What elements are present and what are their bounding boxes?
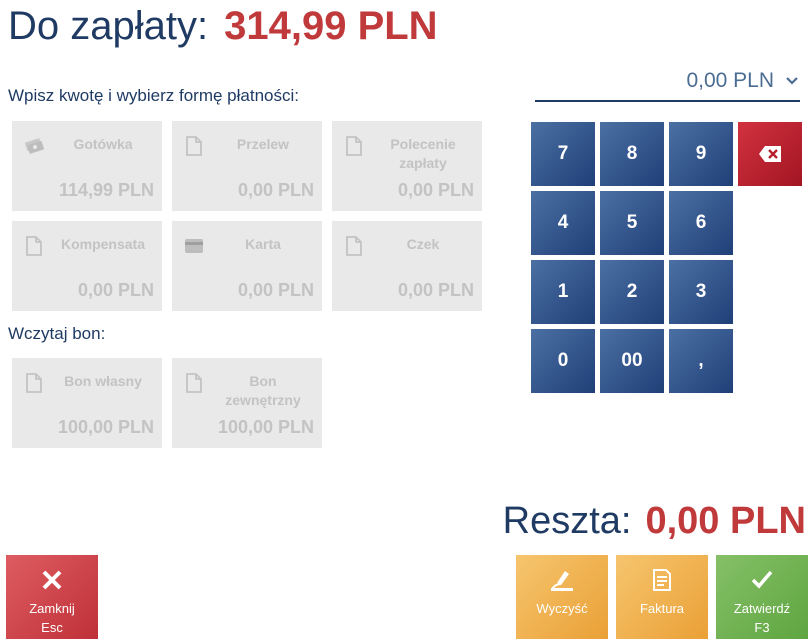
keypad-key-1[interactable]: 1 [531,260,595,324]
amount-input[interactable]: 0,00 PLN [535,62,800,102]
amount-input-value: 0,00 PLN [686,69,774,92]
keypad-key-00[interactable]: 00 [600,329,664,393]
invoice-button[interactable]: Faktura [616,555,708,639]
payment-tile-value: 0,00 PLN [77,280,154,300]
payment-tile-value: 0,00 PLN [397,280,474,300]
payment-tile-name: Kompensata [60,236,146,252]
keypad-key-6[interactable]: 6 [669,191,733,255]
document-icon [346,236,362,256]
payment-tile-value: 0,00 PLN [237,180,314,200]
keypad-key-0[interactable]: 0 [531,329,595,393]
close-button[interactable]: Zamknij Esc [6,555,98,639]
payment-tile-name: Karta [245,236,281,252]
close-button-label: Zamknij Esc [29,601,75,635]
confirm-button-label: Zatwierdź F3 [733,601,791,635]
voucher-tile-own[interactable]: Bon własny 100,00 PLN [12,358,162,448]
eraser-icon [551,571,573,591]
document-icon [346,136,362,156]
voucher-section-label: Wczytaj bon: [8,324,106,343]
clear-button-label: Wyczyść [536,601,588,616]
voucher-tile-external[interactable]: Bon zewnętrzny 100,00 PLN [172,358,322,448]
cash-icon [24,138,44,154]
keypad-key-8[interactable]: 8 [600,122,664,186]
voucher-tile-value: 100,00 PLN [57,417,154,437]
confirm-button[interactable]: Zatwierdź F3 [716,555,808,639]
payment-tile-name: Gotówka [73,136,133,152]
card-icon [185,239,203,253]
voucher-tile-name: Bon własny [64,373,142,389]
keypad-key-comma[interactable]: , [669,329,733,393]
amount-due-header: Do zapłaty: 314,99 PLN [8,4,438,54]
payment-tile-card[interactable]: Karta 0,00 PLN [172,221,322,311]
voucher-tile-name: Bon zewnętrzny [225,373,301,408]
invoice-icon [653,569,671,591]
change-display: Reszta: 0,00 PLN [503,500,806,550]
close-icon [42,570,62,590]
change-value: 0,00 PLN [645,500,806,542]
backspace-icon [759,146,781,162]
keypad-key-5[interactable]: 5 [600,191,664,255]
document-icon [186,136,202,156]
payment-tile-name: Przelew [236,136,290,152]
amount-due-value: 314,99 PLN [224,4,438,48]
change-label: Reszta: [502,500,632,542]
payment-tile-cash[interactable]: Gotówka 114,99 PLN [12,121,162,211]
checkmark-icon [751,570,773,589]
payment-tile-compensation[interactable]: Kompensata 0,00 PLN [12,221,162,311]
payment-tile-transfer[interactable]: Przelew 0,00 PLN [172,121,322,211]
payment-tile-name: Czek [406,236,440,252]
payment-tile-direct-debit[interactable]: Polecenie zapłaty 0,00 PLN [332,121,482,211]
document-icon [186,373,202,393]
payment-tile-name: Polecenie zapłaty [390,136,456,171]
keypad-key-9[interactable]: 9 [669,122,733,186]
document-icon [26,236,42,256]
clear-button[interactable]: Wyczyść [516,555,608,639]
keypad-key-7[interactable]: 7 [531,122,595,186]
payment-tile-check[interactable]: Czek 0,00 PLN [332,221,482,311]
keypad-key-3[interactable]: 3 [669,260,733,324]
amount-due-label: Do zapłaty: [8,4,209,48]
keypad-key-2[interactable]: 2 [600,260,664,324]
backspace-button[interactable] [738,122,802,186]
keypad-key-4[interactable]: 4 [531,191,595,255]
chevron-down-icon[interactable] [784,73,800,89]
payment-tile-value: 0,00 PLN [397,180,474,200]
payment-tile-value: 0,00 PLN [237,280,314,300]
voucher-tile-value: 100,00 PLN [217,417,314,437]
invoice-button-label: Faktura [639,601,685,616]
payment-tile-value: 114,99 PLN [58,180,154,200]
payment-section-label: Wpisz kwotę i wybierz formę płatności: [8,86,299,105]
document-icon [26,373,42,393]
